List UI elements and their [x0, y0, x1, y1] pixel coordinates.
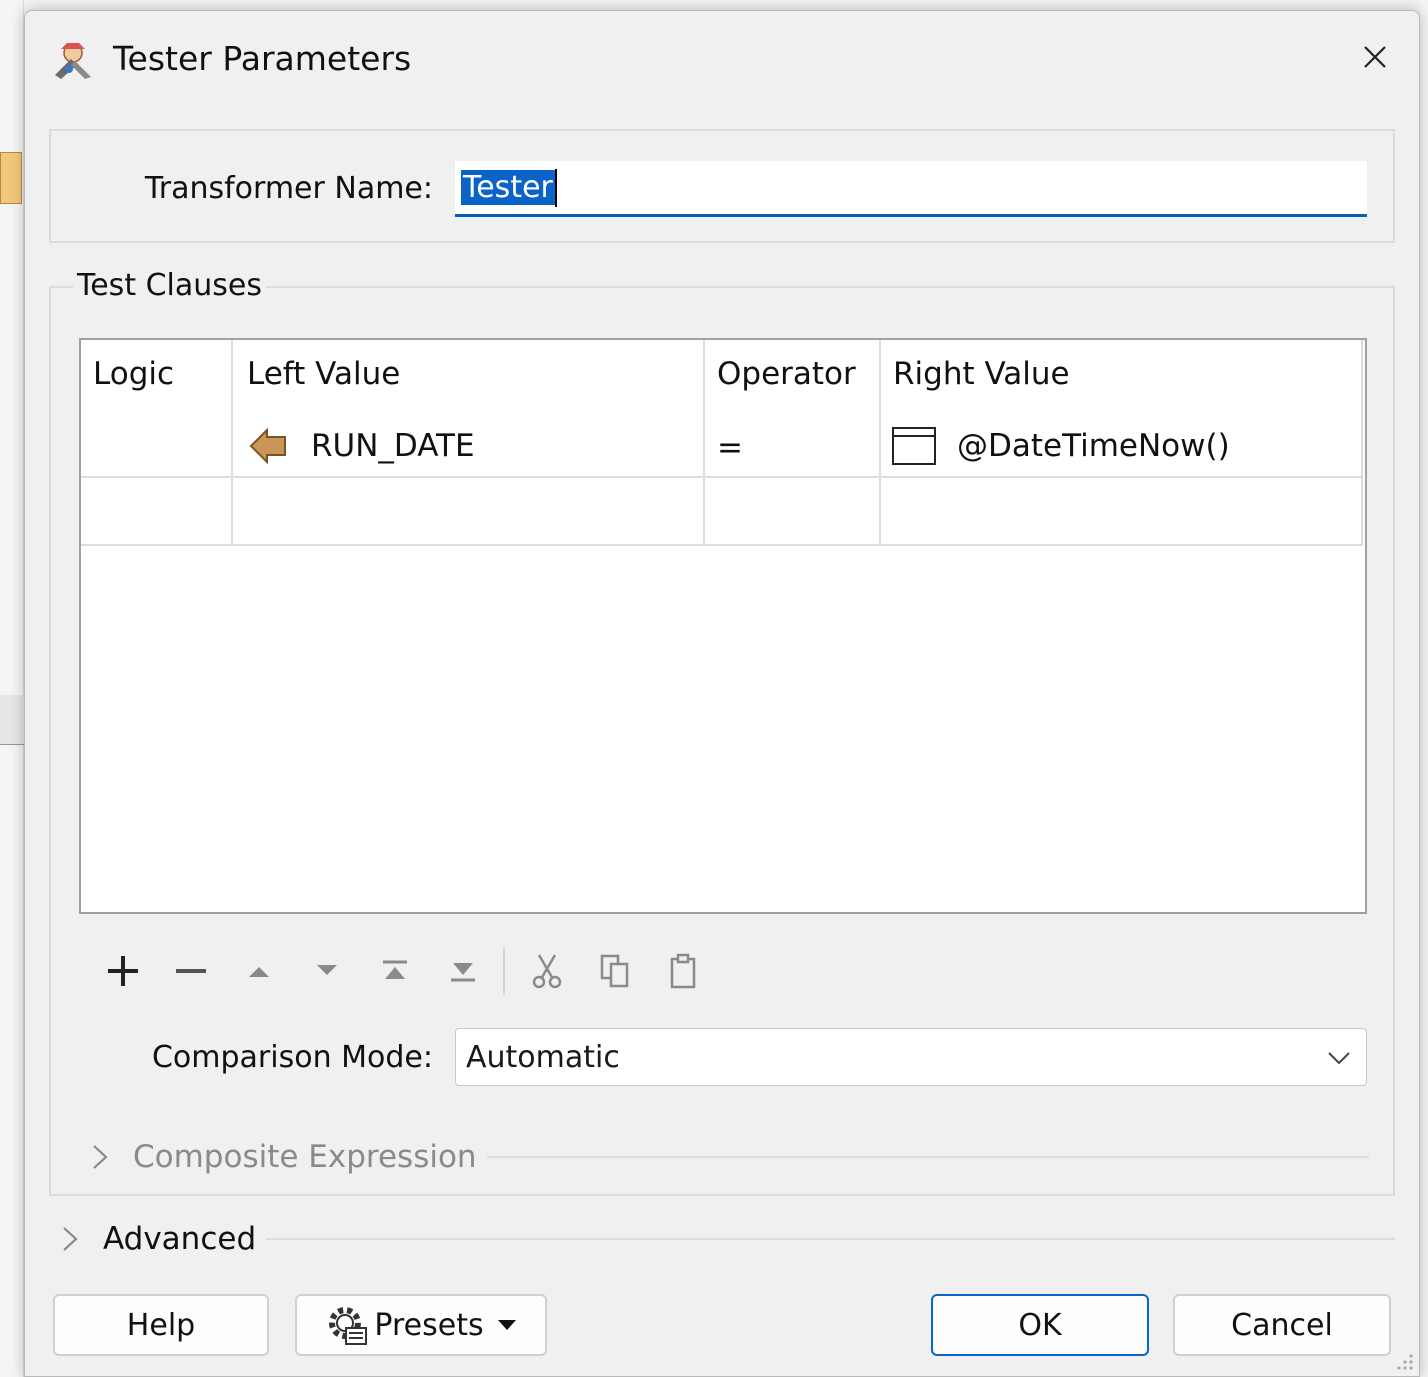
right-value-cell[interactable]: @DateTimeNow() — [881, 418, 1359, 474]
clause-toolbar — [95, 943, 735, 1003]
composite-expression-section[interactable]: Composite Expression — [89, 1134, 1369, 1180]
copy-button[interactable] — [587, 943, 643, 999]
background-canvas-edge — [0, 0, 24, 1377]
tester-parameters-dialog: Tester Parameters Transformer Name: Test… — [24, 10, 1420, 1377]
dropdown-arrow-icon — [497, 1320, 516, 1330]
transformer-name-label: Transformer Name: — [144, 171, 433, 206]
remove-icon — [176, 969, 206, 973]
advanced-section[interactable]: Advanced — [59, 1216, 1395, 1262]
copy-icon — [600, 954, 629, 988]
transformer-name-value: Tester — [461, 170, 555, 205]
left-value-cell[interactable]: RUN_DATE — [233, 418, 701, 474]
left-value-text: RUN_DATE — [311, 428, 475, 464]
move-up-icon — [249, 967, 269, 977]
row-divider — [81, 544, 1363, 546]
presets-button[interactable]: Presets — [295, 1294, 547, 1356]
move-down-button[interactable] — [299, 943, 355, 999]
chevron-down-icon — [1328, 1052, 1350, 1065]
ok-button-label: OK — [1018, 1307, 1062, 1343]
transformer-name-input[interactable]: Tester — [455, 161, 1367, 217]
paste-button[interactable] — [655, 943, 711, 999]
column-header-left-value[interactable]: Left Value — [247, 356, 400, 392]
gear-icon — [329, 1307, 368, 1345]
help-button[interactable]: Help — [53, 1294, 269, 1356]
operator-text: = — [717, 430, 743, 466]
comparison-mode-label: Comparison Mode: — [151, 1040, 433, 1075]
composite-expression-label: Composite Expression — [133, 1139, 477, 1175]
section-divider — [486, 1156, 1369, 1158]
section-divider — [266, 1238, 1395, 1240]
background-panel-band — [0, 695, 24, 745]
attribute-arrow-icon — [249, 427, 286, 465]
move-to-bottom-button[interactable] — [435, 943, 491, 999]
cut-icon — [532, 954, 562, 989]
close-button[interactable] — [1345, 33, 1405, 81]
column-header-right-value[interactable]: Right Value — [893, 356, 1070, 392]
add-clause-button[interactable] — [95, 943, 151, 999]
cut-button[interactable] — [519, 943, 575, 999]
column-divider — [1361, 340, 1363, 546]
advanced-label: Advanced — [103, 1221, 257, 1257]
move-down-icon — [317, 965, 337, 975]
move-to-top-icon — [383, 960, 407, 979]
chevron-right-icon — [93, 1145, 108, 1169]
operator-cell[interactable]: = — [717, 420, 867, 476]
test-clauses-title: Test Clauses — [73, 268, 267, 303]
empty-table-row[interactable] — [81, 478, 1361, 544]
text-editor-icon[interactable] — [891, 426, 937, 466]
move-to-top-button[interactable] — [367, 943, 423, 999]
cancel-button[interactable]: Cancel — [1173, 1294, 1391, 1356]
test-clauses-table[interactable]: Logic Left Value Operator Right Value RU… — [79, 338, 1367, 914]
comparison-mode-value: Automatic — [466, 1039, 620, 1075]
ok-button[interactable]: OK — [931, 1294, 1149, 1356]
background-right-edge — [1420, 0, 1428, 1377]
move-up-button[interactable] — [231, 943, 287, 999]
remove-clause-button[interactable] — [163, 943, 219, 999]
presets-button-label: Presets — [374, 1307, 484, 1343]
toolbar-separator — [503, 947, 505, 995]
title-bar: Tester Parameters — [25, 11, 1419, 103]
paste-icon — [670, 953, 696, 989]
help-button-label: Help — [126, 1307, 196, 1343]
text-caret — [554, 168, 557, 207]
transformer-name-group: Transformer Name: Tester — [49, 129, 1395, 243]
right-value-text: @DateTimeNow() — [957, 428, 1230, 464]
test-clauses-group: Test Clauses Logic Left Value Operator R… — [49, 268, 1395, 1196]
comparison-mode-select[interactable]: Automatic — [455, 1028, 1367, 1086]
column-header-operator[interactable]: Operator — [717, 356, 856, 392]
chevron-right-icon — [63, 1227, 78, 1251]
close-icon — [1364, 46, 1386, 68]
resize-grip-icon[interactable] — [1393, 1350, 1415, 1372]
add-icon — [108, 956, 138, 986]
cancel-button-label: Cancel — [1231, 1307, 1333, 1343]
move-to-bottom-icon — [451, 963, 475, 982]
column-header-logic[interactable]: Logic — [93, 356, 174, 392]
tester-transformer-icon — [55, 43, 91, 79]
background-transformer-chip — [0, 152, 22, 204]
dialog-title: Tester Parameters — [113, 39, 412, 78]
